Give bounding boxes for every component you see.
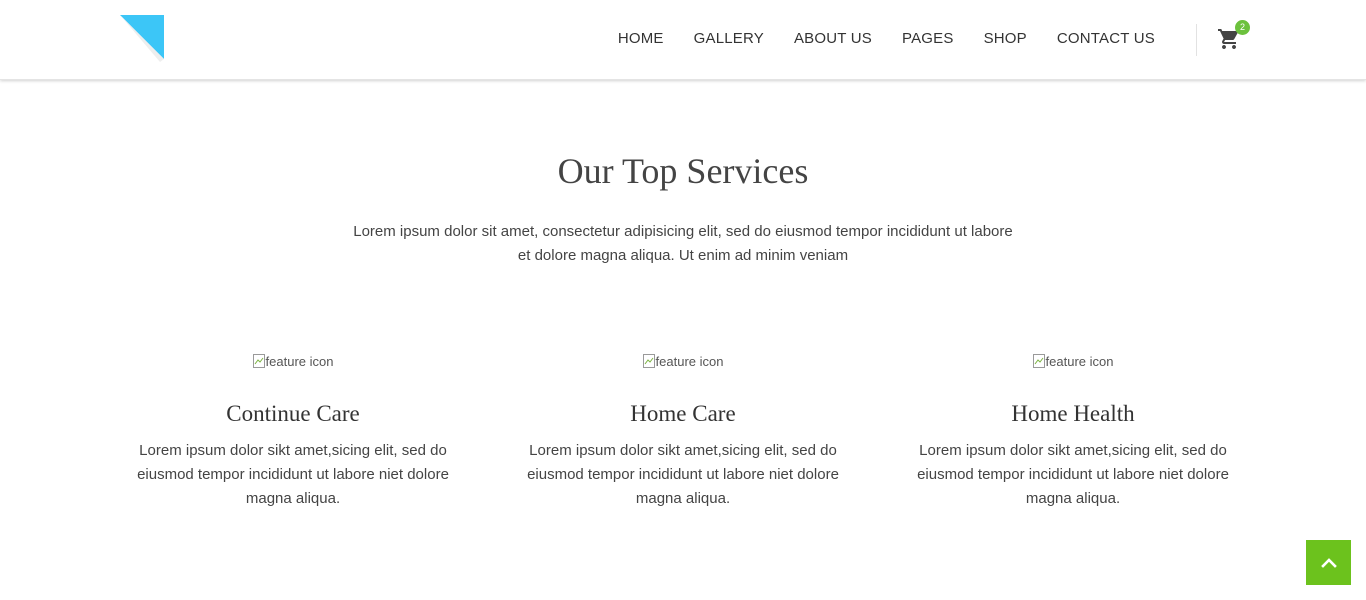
service-title: Continue Care	[226, 401, 360, 426]
feature-image: feature icon	[642, 350, 724, 372]
site-header: HOME GALLERY ABOUT US PAGES SHOP CONTACT…	[0, 0, 1366, 80]
nav-divider	[1196, 24, 1197, 56]
service-description: Lorem ipsum dolor sikt amet,sicing elit,…	[137, 442, 449, 507]
service-description: Lorem ipsum dolor sikt amet,sicing elit,…	[917, 442, 1229, 507]
back-to-top-button[interactable]	[1306, 540, 1351, 585]
feature-image-alt: feature icon	[265, 353, 334, 369]
feature-image-alt: feature icon	[655, 353, 724, 369]
broken-image-icon	[642, 354, 655, 368]
service-card: feature icon Home Health Lorem ipsum dol…	[903, 350, 1243, 511]
nav-about-us[interactable]: ABOUT US	[779, 30, 887, 47]
service-description: Lorem ipsum dolor sikt amet,sicing elit,…	[527, 442, 839, 507]
nav-gallery[interactable]: GALLERY	[679, 30, 779, 47]
broken-image-icon	[1032, 354, 1045, 368]
service-title: Home Health	[1011, 401, 1135, 426]
nav-contact-us[interactable]: CONTACT US	[1042, 30, 1170, 47]
main-nav: HOME GALLERY ABOUT US PAGES SHOP CONTACT…	[603, 30, 1170, 47]
section-intro: Lorem ipsum dolor sit amet, consectetur …	[353, 223, 1013, 264]
feature-image: feature icon	[252, 350, 334, 372]
logo[interactable]	[116, 12, 168, 64]
nav-shop[interactable]: SHOP	[969, 30, 1042, 47]
feature-image-alt: feature icon	[1045, 353, 1114, 369]
service-card: feature icon Continue Care Lorem ipsum d…	[123, 350, 463, 511]
nav-pages[interactable]: PAGES	[887, 30, 969, 47]
broken-image-icon	[252, 354, 265, 368]
nav-home[interactable]: HOME	[603, 30, 679, 47]
chevron-up-icon	[1320, 557, 1337, 568]
section-title: Our Top Services	[557, 151, 809, 191]
feature-image: feature icon	[1032, 350, 1114, 372]
cart-count-badge: 2	[1235, 20, 1250, 35]
service-card: feature icon Home Care Lorem ipsum dolor…	[513, 350, 853, 511]
service-title: Home Care	[630, 401, 736, 426]
